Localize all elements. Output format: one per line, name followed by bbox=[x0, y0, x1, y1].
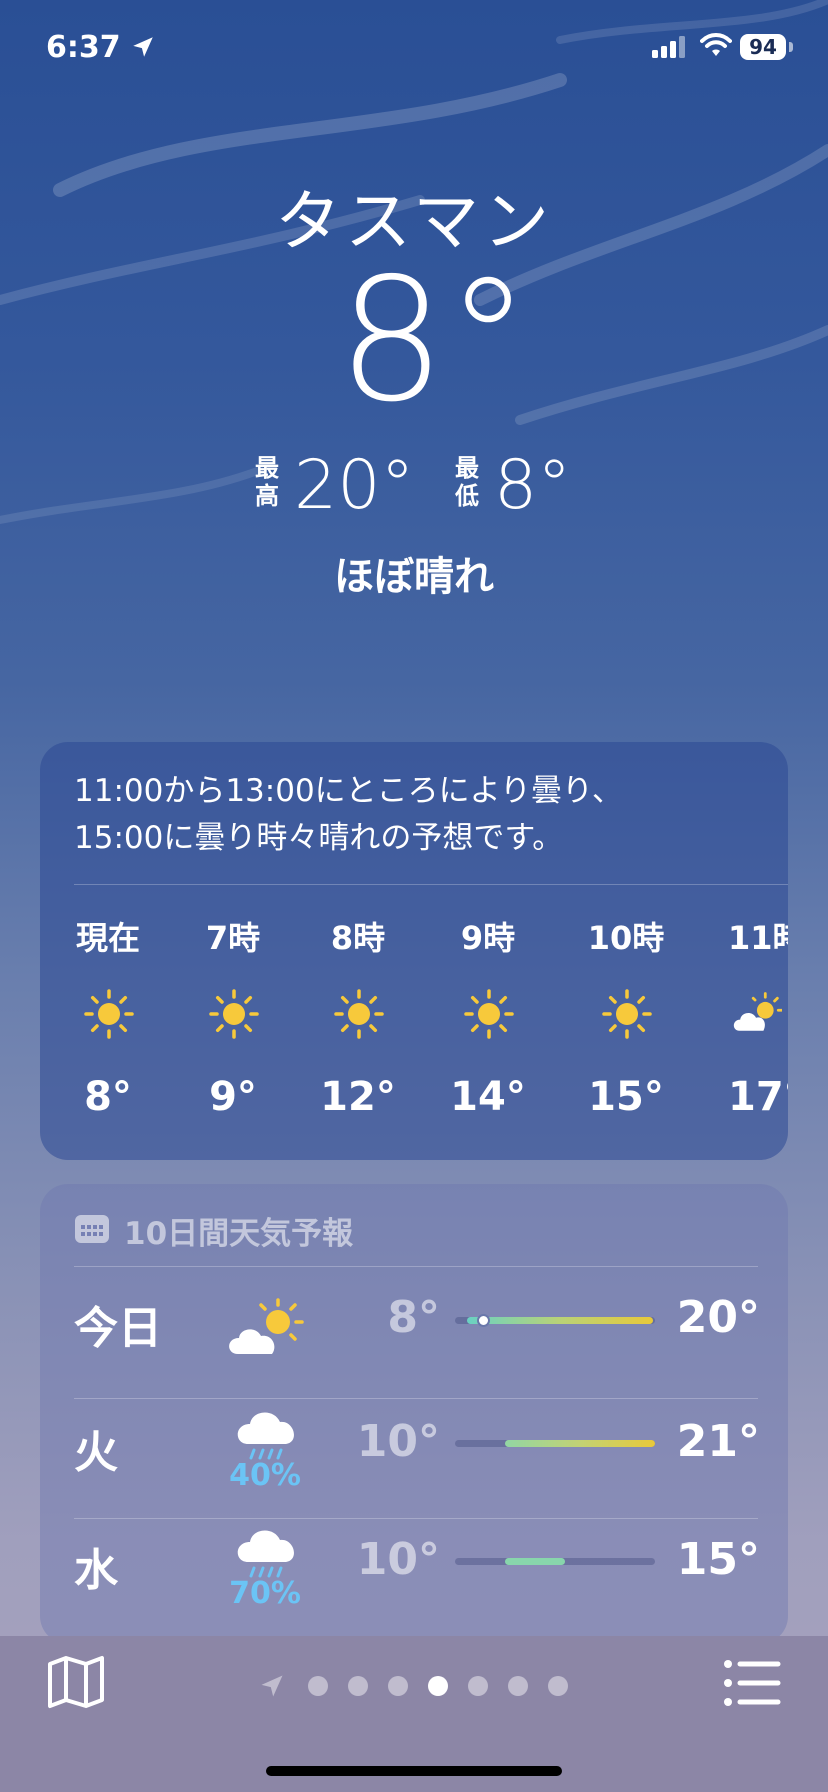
partly-cloudy-icon bbox=[733, 992, 782, 1031]
page-dot[interactable] bbox=[468, 1676, 488, 1696]
day-name: 火 bbox=[74, 1427, 118, 1478]
current-temperature: 8° bbox=[337, 242, 531, 440]
sun-icon bbox=[602, 989, 652, 1039]
row-divider bbox=[74, 1518, 758, 1519]
high-temp: 20° bbox=[676, 1292, 760, 1343]
location-page-icon bbox=[261, 1675, 283, 1697]
hour-temp: 15° bbox=[588, 1074, 664, 1120]
hour-temp: 14° bbox=[450, 1074, 526, 1120]
sun-icon bbox=[464, 989, 514, 1039]
sun-icon bbox=[84, 989, 134, 1039]
current-temp-marker bbox=[477, 1314, 490, 1327]
hour-temp: 12° bbox=[320, 1074, 396, 1120]
battery-tip bbox=[789, 42, 793, 52]
card-divider bbox=[74, 1266, 758, 1267]
list-icon[interactable] bbox=[722, 1658, 782, 1708]
hour-temp: 17° bbox=[728, 1074, 788, 1120]
precipitation-chance: 70% bbox=[229, 1576, 301, 1611]
daily-title: 10日間天気予報 bbox=[124, 1216, 354, 1252]
temperature-range-bar bbox=[455, 1314, 655, 1327]
low-temp: 10° bbox=[356, 1416, 440, 1467]
temperature-range-fill bbox=[467, 1317, 653, 1324]
forecast-day-row[interactable]: 今日 8° 20° bbox=[40, 1280, 788, 1398]
hourly-scroll[interactable]: 現在 8° 7時 9° 8時 12° 9時 14° 10時 15° 11 17 bbox=[40, 742, 788, 1160]
wifi-icon bbox=[700, 33, 732, 56]
temperature-range-fill bbox=[505, 1440, 655, 1447]
hour-label: 10時 bbox=[587, 919, 665, 957]
sun-icon bbox=[209, 989, 259, 1039]
temperature-range-fill bbox=[505, 1558, 565, 1565]
high-label: 最高 bbox=[255, 454, 279, 510]
high-value: 20° bbox=[294, 446, 415, 525]
hour-label: 11時 bbox=[728, 919, 788, 957]
page-dot[interactable] bbox=[548, 1676, 568, 1696]
hour-label: 現在 bbox=[75, 919, 140, 957]
row-divider bbox=[74, 1398, 758, 1399]
status-time: 6:37 bbox=[46, 30, 121, 65]
calendar-icon bbox=[75, 1215, 109, 1243]
high-temp: 21° bbox=[676, 1416, 760, 1467]
low-temp: 10° bbox=[356, 1534, 440, 1585]
hour-temp: 9° bbox=[209, 1074, 257, 1120]
precipitation-chance: 40% bbox=[229, 1458, 301, 1493]
status-bar: 6:37 94 bbox=[0, 0, 828, 100]
temperature-range-bar bbox=[455, 1558, 655, 1565]
low-label: 最低 bbox=[455, 454, 479, 510]
page-dot[interactable] bbox=[508, 1676, 528, 1696]
sun-icon bbox=[334, 989, 384, 1039]
cellular-signal-icon bbox=[652, 36, 685, 58]
partly-cloudy-icon bbox=[229, 1298, 304, 1354]
page-dot[interactable] bbox=[348, 1676, 368, 1696]
day-name: 水 bbox=[74, 1545, 118, 1596]
weather-condition: ほぼ晴れ bbox=[334, 554, 494, 600]
hour-label: 8時 bbox=[330, 919, 386, 957]
home-indicator bbox=[266, 1766, 562, 1776]
page-dot[interactable] bbox=[388, 1676, 408, 1696]
low-temp: 8° bbox=[387, 1292, 440, 1343]
high-low-row: 最高 20° 最低 8° bbox=[0, 448, 828, 520]
rain-icon bbox=[237, 1530, 294, 1578]
location-arrow-icon bbox=[133, 37, 153, 57]
day-name: 今日 bbox=[74, 1303, 162, 1354]
high-temp: 15° bbox=[676, 1534, 760, 1585]
map-icon[interactable] bbox=[46, 1654, 106, 1710]
low-value: 8° bbox=[494, 446, 572, 525]
hourly-forecast-card[interactable]: 11:00から13:00にところにより曇り、 15:00に曇り時々晴れの予想です… bbox=[40, 742, 788, 1160]
page-dot[interactable] bbox=[308, 1676, 328, 1696]
forecast-day-row[interactable]: 水 70% 10° 15° bbox=[40, 1520, 788, 1638]
hour-label: 9時 bbox=[460, 919, 516, 957]
hour-temp: 8° bbox=[84, 1074, 132, 1120]
hour-label: 7時 bbox=[205, 919, 261, 957]
ten-day-forecast-card[interactable]: 10日間天気予報 今日 8° 20° 火 40% 10° 21° 水 70% 1… bbox=[40, 1184, 788, 1644]
forecast-day-row[interactable]: 火 40% 10° 21° bbox=[40, 1402, 788, 1520]
temperature-range-bar bbox=[455, 1440, 655, 1447]
page-dot-active[interactable] bbox=[428, 1676, 448, 1696]
battery-indicator: 94 bbox=[740, 34, 786, 60]
rain-icon bbox=[237, 1412, 294, 1460]
